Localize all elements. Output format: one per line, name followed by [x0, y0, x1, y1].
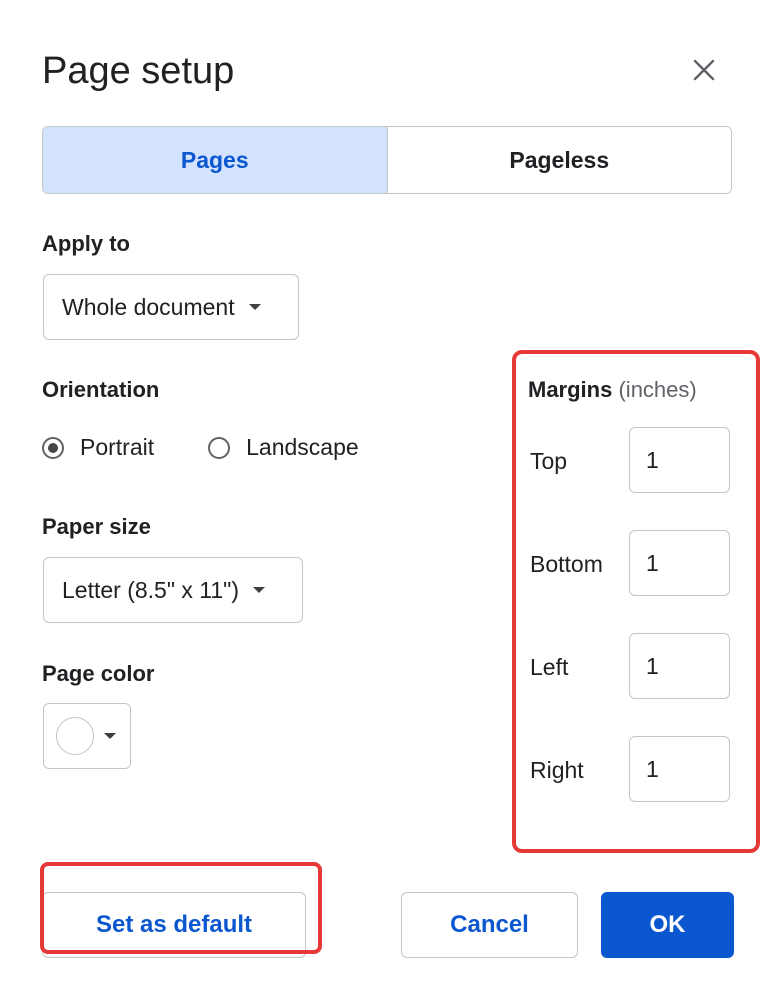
margin-top-label: Top: [530, 448, 568, 474]
orientation-label: Orientation: [42, 377, 160, 402]
radio-checked-icon: [42, 436, 64, 459]
close-button[interactable]: [684, 50, 724, 90]
margin-left-input[interactable]: [629, 633, 730, 699]
chevron-down-icon: [104, 733, 116, 739]
orientation-landscape[interactable]: Landscape: [208, 434, 359, 461]
page-mode-toggle: Pages Pageless: [42, 126, 732, 194]
page-color-picker[interactable]: [43, 703, 131, 769]
apply-to-value: Whole document: [62, 293, 235, 320]
margin-top-input[interactable]: [629, 427, 730, 493]
margin-left-label: Left: [530, 654, 569, 680]
margins-heading: Margins (inches): [528, 375, 697, 405]
page-color-label: Page color: [42, 661, 155, 686]
paper-size-value: Letter (8.5" x 11"): [62, 576, 239, 603]
margin-bottom-input[interactable]: [629, 530, 730, 596]
radio-unchecked-icon: [208, 436, 231, 459]
chevron-down-icon: [252, 587, 265, 593]
set-as-default-button[interactable]: Set as default: [42, 892, 306, 958]
close-icon: [693, 59, 715, 81]
paper-size-label: Paper size: [42, 514, 151, 539]
margins-title: Margins: [528, 377, 613, 402]
paper-size-dropdown[interactable]: Letter (8.5" x 11"): [43, 557, 303, 623]
margin-right-label: Right: [530, 757, 584, 783]
apply-to-label: Apply to: [42, 231, 130, 256]
ok-button[interactable]: OK: [601, 892, 734, 958]
portrait-label: Portrait: [80, 434, 155, 460]
tab-pageless[interactable]: Pageless: [387, 127, 731, 193]
orientation-options: Portrait Landscape: [42, 434, 359, 461]
margins-unit: (inches): [618, 377, 697, 402]
color-swatch: [56, 717, 94, 755]
tab-pages[interactable]: Pages: [43, 127, 388, 193]
chevron-down-icon: [248, 304, 261, 310]
dialog-title: Page setup: [42, 50, 235, 92]
orientation-portrait[interactable]: Portrait: [42, 434, 154, 461]
margin-right-input[interactable]: [629, 736, 730, 802]
page-setup-dialog: Page setup Pages Pageless Apply to Whole…: [0, 0, 776, 1002]
cancel-button[interactable]: Cancel: [401, 892, 578, 958]
margin-bottom-label: Bottom: [530, 551, 603, 577]
apply-to-dropdown[interactable]: Whole document: [43, 274, 299, 340]
landscape-label: Landscape: [246, 434, 359, 460]
